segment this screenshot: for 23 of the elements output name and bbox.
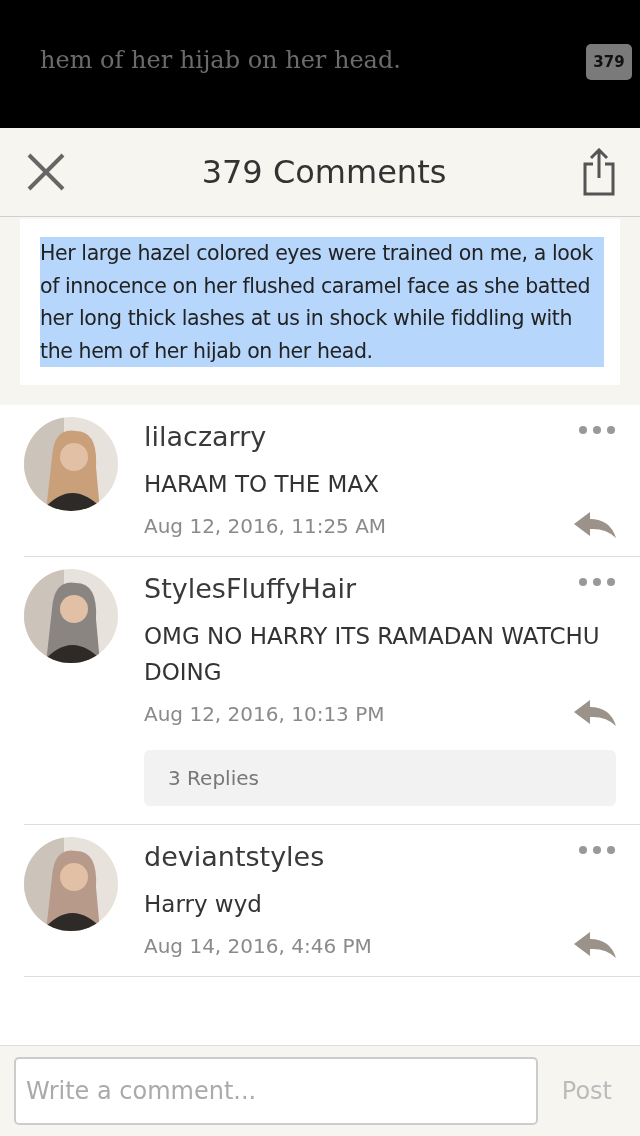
close-button[interactable] bbox=[26, 152, 66, 192]
reply-icon[interactable] bbox=[574, 932, 616, 958]
page-title: 379 Comments bbox=[201, 153, 447, 191]
more-icon[interactable] bbox=[578, 845, 616, 855]
share-button[interactable] bbox=[582, 148, 616, 196]
reply-icon[interactable] bbox=[574, 512, 616, 538]
comment-text: OMG NO HARRY ITS RAMADAN WATCHU DOING bbox=[144, 622, 601, 687]
username[interactable]: deviantstyles bbox=[144, 841, 325, 872]
more-icon[interactable] bbox=[578, 425, 616, 435]
username[interactable]: lilaczarry bbox=[144, 421, 267, 452]
comment-date: Aug 12, 2016, 10:13 PM bbox=[144, 702, 385, 726]
comment-input[interactable]: Write a comment... bbox=[14, 1057, 538, 1125]
comment-text: Harry wyd bbox=[144, 890, 263, 919]
comment-date: Aug 14, 2016, 4:46 PM bbox=[144, 934, 372, 958]
more-icon[interactable] bbox=[578, 577, 616, 587]
reply-icon[interactable] bbox=[574, 700, 616, 726]
username[interactable]: StylesFluffyHair bbox=[144, 573, 357, 604]
replies-button[interactable]: 3 Replies bbox=[144, 750, 616, 806]
comment-date: Aug 12, 2016, 11:25 AM bbox=[144, 514, 387, 538]
comment-count-badge[interactable]: 379 bbox=[586, 44, 632, 80]
quoted-passage: Her large hazel colored eyes were trained on me, a look of innocence on her flushed caramel face as she batted her long thick lashes at us in shock while fiddling with the hem of her hijab on her head. bbox=[40, 237, 604, 367]
comment-text: HARAM TO THE MAX bbox=[144, 470, 380, 499]
story-text: hem of her hijab on her head. bbox=[40, 46, 401, 74]
